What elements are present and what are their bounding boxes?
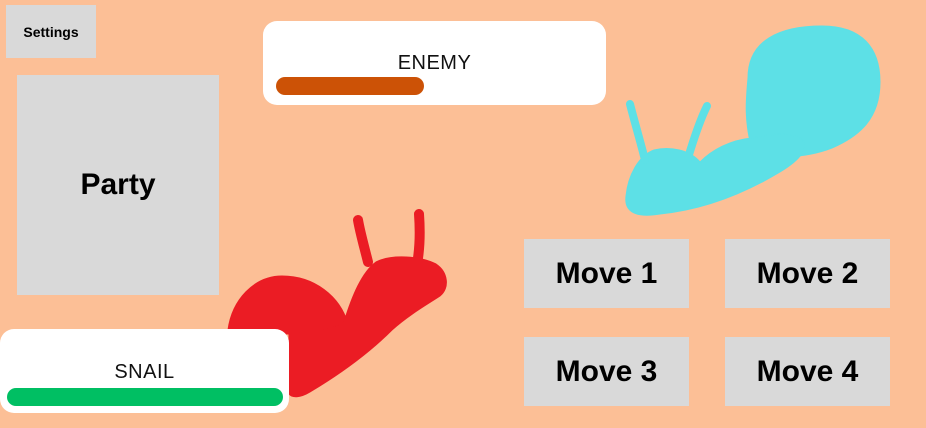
player-hp-fill [7, 388, 283, 406]
move-1-button[interactable]: Move 1 [524, 239, 689, 308]
party-button[interactable]: Party [17, 75, 219, 295]
move-4-button[interactable]: Move 4 [725, 337, 890, 406]
enemy-hp-fill [276, 77, 424, 95]
player-status-panel: SNAIL [0, 329, 289, 413]
settings-button[interactable]: Settings [6, 5, 96, 58]
enemy-name: ENEMY [397, 52, 472, 74]
player-name: SNAIL [114, 361, 175, 383]
move-2-button[interactable]: Move 2 [725, 239, 890, 308]
player-hp-bar [7, 388, 283, 406]
enemy-hp-bar [276, 77, 424, 95]
enemy-status-panel: ENEMY [263, 21, 606, 105]
move-3-button[interactable]: Move 3 [524, 337, 689, 406]
